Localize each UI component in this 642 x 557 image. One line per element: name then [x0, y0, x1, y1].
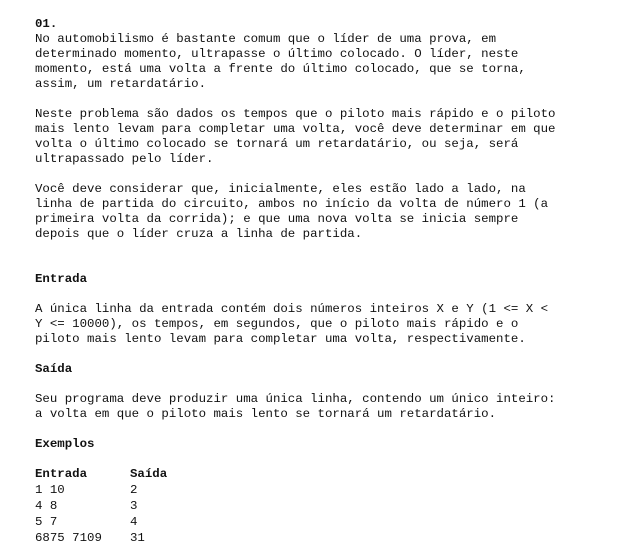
- example-input: 5 7: [35, 515, 58, 529]
- problem-document: 01. No automobilismo é bastante comum qu…: [35, 17, 635, 547]
- examples-header-row: Entrada Saída: [35, 467, 167, 483]
- input-heading: Entrada: [35, 272, 88, 286]
- example-output: 3: [130, 499, 138, 513]
- examples-heading: Exemplos: [35, 437, 95, 451]
- example-input: 4 8: [35, 499, 58, 513]
- intro-paragraph-3: Você deve considerar que, inicialmente, …: [35, 182, 549, 241]
- examples-table: Entrada Saída 1 10 2 4 8 3 5 7 4 6875 71…: [35, 467, 167, 547]
- input-description: A única linha da entrada contém dois núm…: [35, 302, 549, 346]
- example-row: 4 8 3: [35, 499, 167, 515]
- examples-column-output: Saída: [130, 467, 168, 481]
- output-heading: Saída: [35, 362, 73, 376]
- intro-paragraph-1: No automobilismo é bastante comum que o …: [35, 32, 526, 91]
- example-input: 6875 7109: [35, 531, 102, 545]
- example-output: 4: [130, 515, 138, 529]
- example-row: 5 7 4: [35, 515, 167, 531]
- intro-paragraph-2: Neste problema são dados os tempos que o…: [35, 107, 556, 166]
- output-description: Seu programa deve produzir uma única lin…: [35, 392, 556, 421]
- problem-title: 01.: [35, 17, 58, 31]
- example-row: 6875 7109 31: [35, 531, 167, 547]
- example-output: 2: [130, 483, 138, 497]
- examples-column-input: Entrada: [35, 467, 88, 481]
- example-output: 31: [130, 531, 145, 545]
- example-input: 1 10: [35, 483, 65, 497]
- example-row: 1 10 2: [35, 483, 167, 499]
